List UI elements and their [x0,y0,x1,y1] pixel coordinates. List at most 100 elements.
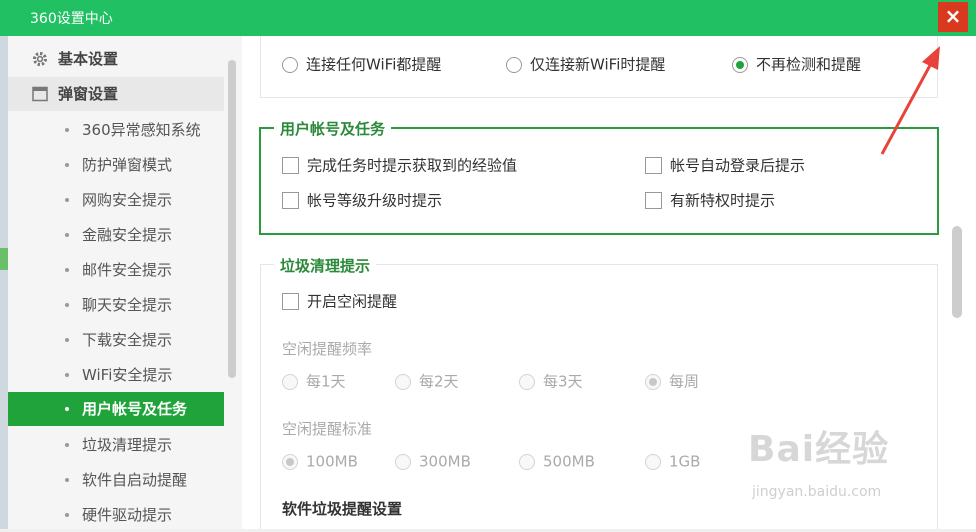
sidebar-item-label: 软件自启动提醒 [82,471,188,489]
option-label: 100MB [306,452,358,471]
bullet-icon [65,478,69,482]
wifi-option-never[interactable]: 不再检测和提醒 [732,54,861,75]
sidebar-item-label: 硬件驱动提示 [82,506,173,524]
frequency-option-3day[interactable]: 每3天 [519,371,583,392]
sidebar-item-popup-settings[interactable]: 弹窗设置 [8,77,224,111]
standard-option-300mb[interactable]: 300MB [395,451,471,472]
sidebar-item-label: 网购安全提示 [82,191,173,209]
frequency-option-weekly[interactable]: 每周 [645,371,699,392]
content-scrollbar[interactable] [952,226,962,318]
radio-button-selected[interactable] [732,56,748,73]
option-label: 每周 [669,372,700,391]
checkbox-privilege[interactable]: 有新特权时提示 [645,190,775,211]
sidebar-item-protection-popup-mode[interactable]: 防护弹窗模式 [8,148,224,182]
bullet-icon [65,513,69,517]
sidebar-item-wifi-security[interactable]: WiFi安全提示 [8,358,224,392]
sidebar-item-user-account[interactable]: 用户帐号及任务 [8,392,224,426]
annotation-arrow-icon [880,46,940,155]
sidebar-item-download-security[interactable]: 下载安全提示 [8,323,224,357]
checkbox[interactable] [282,293,299,310]
sidebar-item-label: 下载安全提示 [82,331,173,349]
radio-button[interactable] [282,56,298,73]
frequency-option-1day[interactable]: 每1天 [282,371,346,392]
sidebar-item-label: 基本设置 [58,50,119,68]
standard-label: 空闲提醒标准 [282,420,373,438]
bullet-icon [65,373,69,377]
checkbox[interactable] [645,192,662,209]
option-label: 帐号等级升级时提示 [307,191,443,210]
close-button[interactable]: × [938,2,968,32]
standard-option-500mb[interactable]: 500MB [519,451,595,472]
radio-button-selected[interactable] [282,453,298,470]
option-label: 不再检测和提醒 [756,55,862,74]
sidebar-item-chat-security[interactable]: 聊天安全提示 [8,288,224,322]
option-label: 完成任务时提示获取到的经验值 [307,156,518,175]
software-cleanup-label: 软件垃圾提醒设置 [282,500,403,518]
sidebar-item-cleanup[interactable]: 垃圾清理提示 [8,428,224,462]
radio-button[interactable] [645,453,661,470]
sidebar-item-label: 聊天安全提示 [82,296,173,314]
option-label: 500MB [543,452,595,471]
option-label: 仅连接新WiFi时提醒 [530,55,666,74]
sidebar-item-basic-settings[interactable]: 基本设置 [8,42,224,76]
sidebar-scrollbar[interactable] [228,60,236,378]
sidebar-item-mail-security[interactable]: 邮件安全提示 [8,253,224,287]
frequency-label: 空闲提醒频率 [282,340,373,358]
sidebar-item-autostart[interactable]: 软件自启动提醒 [8,463,224,497]
bullet-icon [65,198,69,202]
sidebar-item-label: 金融安全提示 [82,226,173,244]
option-label: 300MB [419,452,471,471]
account-section-box [259,127,939,235]
radio-button[interactable] [519,373,535,390]
option-label: 每2天 [419,372,459,391]
radio-button[interactable] [395,373,411,390]
checkbox-task-exp[interactable]: 完成任务时提示获取到的经验值 [282,155,517,176]
checkbox[interactable] [282,192,299,209]
standard-option-100mb[interactable]: 100MB [282,451,358,472]
checkbox-auto-login[interactable]: 帐号自动登录后提示 [645,155,805,176]
bullet-icon [65,163,69,167]
bullet-icon [65,233,69,237]
checkbox-idle-reminder[interactable]: 开启空闲提醒 [282,291,397,312]
checkbox[interactable] [645,157,662,174]
gear-icon [33,52,47,66]
option-label: 帐号自动登录后提示 [670,156,806,175]
radio-button[interactable] [519,453,535,470]
sidebar-item-anomaly-system[interactable]: 360异常感知系统 [8,113,224,147]
option-label: 1GB [669,452,701,471]
title-bar: 360设置中心 [0,0,976,36]
option-label: 每1天 [306,372,346,391]
bullet-icon [65,443,69,447]
bullet-icon [65,303,69,307]
sidebar-item-label: 用户帐号及任务 [82,400,188,418]
sidebar-item-label: WiFi安全提示 [82,366,173,384]
background-window-edge [0,36,8,529]
option-label: 开启空闲提醒 [307,292,398,311]
option-label: 每3天 [543,372,583,391]
bullet-icon [65,128,69,132]
radio-button-selected[interactable] [645,373,661,390]
wifi-option-new-only[interactable]: 仅连接新WiFi时提醒 [506,54,665,75]
radio-button[interactable] [506,56,522,73]
sidebar-item-label: 垃圾清理提示 [82,436,173,454]
option-label: 有新特权时提示 [670,191,776,210]
sidebar: 基本设置 弹窗设置 360异常感知系统 防护弹窗模式 网购安全提示 金融安全提示… [8,36,242,529]
window-title: 360设置中心 [30,11,113,27]
bullet-icon [65,407,69,411]
bullet-icon [65,268,69,272]
watermark-url: jingyan.baidu.com [752,484,882,500]
checkbox[interactable] [282,157,299,174]
sidebar-item-shopping-security[interactable]: 网购安全提示 [8,183,224,217]
radio-button[interactable] [395,453,411,470]
sidebar-item-finance-security[interactable]: 金融安全提示 [8,218,224,252]
baidu-jingyan-watermark: Bai经验 [748,429,890,470]
frequency-option-2day[interactable]: 每2天 [395,371,459,392]
option-label: 连接任何WiFi都提醒 [306,55,442,74]
sidebar-item-label: 防护弹窗模式 [82,156,173,174]
standard-option-1gb[interactable]: 1GB [645,451,700,472]
wifi-option-any[interactable]: 连接任何WiFi都提醒 [282,54,441,75]
checkbox-level-up[interactable]: 帐号等级升级时提示 [282,190,442,211]
sidebar-item-driver[interactable]: 硬件驱动提示 [8,498,224,532]
radio-button[interactable] [282,373,298,390]
bullet-icon [65,338,69,342]
